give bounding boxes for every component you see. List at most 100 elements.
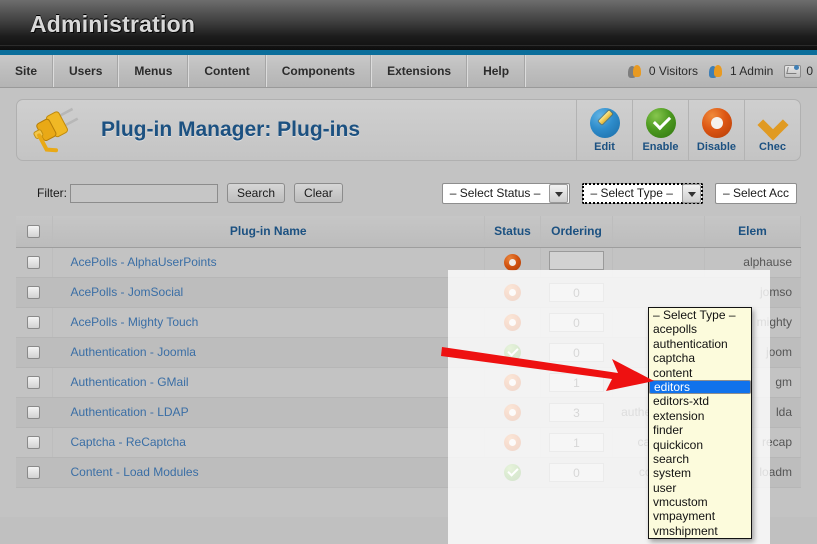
table-row[interactable]: AcePolls - JomSocial 0 jomso [16,277,801,308]
dropdown-option[interactable]: system [649,466,751,480]
search-input[interactable] [70,183,218,203]
plugin-name-cell[interactable]: Content - Load Modules [52,457,485,488]
plugin-name-cell[interactable]: Authentication - Joomla [52,337,485,368]
dropdown-option[interactable]: extension [649,409,751,423]
dropdown-option[interactable]: user [649,481,751,495]
visitors-stat[interactable]: 0 Visitors [627,64,698,78]
dropdown-option[interactable]: search [649,452,751,466]
row-checkbox[interactable] [27,316,41,330]
status-disabled-icon[interactable] [504,433,521,451]
page-body: Plug-in Manager: Plug-ins Edit Enable Di… [0,88,817,544]
dropdown-option[interactable]: editors [649,379,751,395]
row-checkbox-cell [16,397,53,428]
row-checkbox[interactable] [27,346,41,360]
select-status-label: – Select Status – [449,186,541,200]
dropdown-option[interactable]: authentication [649,337,751,351]
status-enabled-icon[interactable] [504,463,521,481]
row-checkbox-cell [16,427,53,458]
ordering-input[interactable]: 3 [549,402,604,422]
toolbar-enable-button[interactable]: Enable [632,100,688,160]
dropdown-option[interactable]: – Select Type – [649,308,751,322]
col-type[interactable] [612,216,705,248]
select-type-dropdown[interactable]: – Select Type – [582,182,703,204]
row-checkbox-cell [16,457,53,488]
table-row[interactable]: AcePolls - AlphaUserPoints alphause [16,247,801,278]
status-disabled-icon[interactable] [504,373,521,391]
menu-spacer [525,55,628,87]
status-disabled-icon[interactable] [504,403,521,421]
dropdown-option[interactable]: vmshipment [649,524,751,538]
admins-label: 1 Admin [729,64,774,78]
search-button[interactable]: Search [227,183,286,203]
plugin-name-cell[interactable]: Captcha - ReCaptcha [52,427,485,458]
dropdown-option[interactable]: editors-xtd [649,394,751,408]
plugin-icon [33,107,87,153]
ordering-input[interactable]: 1 [549,432,604,452]
row-checkbox[interactable] [27,286,41,300]
status-disabled-icon[interactable] [504,283,521,301]
col-element[interactable]: Elem [704,216,801,248]
plugin-name-cell[interactable]: AcePolls - JomSocial [52,277,485,308]
row-checkbox-cell [16,307,53,338]
dropdown-option[interactable]: vmcustom [649,495,751,509]
menu-item-users[interactable]: Users [53,55,119,87]
menu-status-group: 0 Visitors 1 Admin 0 [627,55,817,87]
status-disabled-icon[interactable] [504,313,521,331]
select-type-options-list[interactable]: – Select Type – acepolls authentication cap… [648,307,752,540]
col-plugin-name[interactable]: Plug-in Name [52,216,485,248]
ordering-input[interactable] [549,251,604,270]
status-disabled-icon[interactable] [504,253,521,271]
plugin-name-cell[interactable]: Authentication - LDAP [52,397,485,428]
dropdown-option[interactable]: captcha [649,351,751,365]
ordering-input[interactable]: 0 [549,312,604,332]
page-title: Plug-in Manager: Plug-ins [101,118,361,141]
row-checkbox[interactable] [27,256,41,270]
main-menu-bar: Site Users Menus Content Components Exte… [0,55,817,88]
ordering-cell: 3 [540,397,613,428]
row-checkbox[interactable] [27,406,41,420]
menu-item-content[interactable]: Content [188,55,266,87]
dropdown-option[interactable]: content [649,366,751,380]
menu-item-extensions[interactable]: Extensions [371,55,468,87]
status-cell [484,367,541,398]
toolbar-edit-label: Edit [594,140,615,153]
admins-stat[interactable]: 1 Admin [708,64,774,78]
select-status-dropdown[interactable]: – Select Status – [441,182,571,204]
ordering-input[interactable]: 0 [549,282,604,302]
row-checkbox[interactable] [27,376,41,390]
messages-stat[interactable]: 0 [784,64,813,78]
status-cell [484,307,541,338]
select-access-dropdown[interactable]: – Select Acc [714,182,797,204]
ordering-input[interactable]: 0 [549,462,604,482]
toolbar-checkin-button[interactable]: Chec [744,100,800,160]
plugin-name-cell[interactable]: AcePolls - Mighty Touch [52,307,485,338]
ordering-cell: 1 [540,427,613,458]
plugin-name-cell[interactable]: Authentication - GMail [52,367,485,398]
ordering-input[interactable]: 1 [549,372,604,392]
plugin-name-cell[interactable]: AcePolls - AlphaUserPoints [52,247,485,278]
col-status[interactable]: Status [484,216,541,248]
col-ordering[interactable]: Ordering [540,216,613,248]
type-cell [612,247,705,278]
toolbar-edit-button[interactable]: Edit [576,100,632,160]
status-enabled-icon[interactable] [504,343,521,361]
menu-item-help[interactable]: Help [467,55,526,87]
menu-item-menus[interactable]: Menus [118,55,189,87]
menu-item-site[interactable]: Site [0,55,54,87]
dropdown-option[interactable]: quickicon [649,438,751,452]
messages-label: 0 [806,64,813,78]
clear-button[interactable]: Clear [294,183,343,203]
check-circle-icon [645,107,676,138]
row-checkbox[interactable] [27,436,41,450]
dropdown-option[interactable]: finder [649,423,751,437]
select-all-checkbox[interactable] [27,225,41,239]
table-head: Plug-in Name Status Ordering Elem [16,216,801,248]
minus-circle-icon [701,107,732,138]
dropdown-option[interactable]: acepolls [649,322,751,336]
toolbar-disable-button[interactable]: Disable [688,100,744,160]
menu-item-components[interactable]: Components [265,55,372,87]
ordering-input[interactable]: 0 [549,342,604,362]
row-checkbox[interactable] [27,466,41,480]
table-header-row: Plug-in Name Status Ordering Elem [16,216,801,248]
administration-title: Administration [30,11,196,37]
